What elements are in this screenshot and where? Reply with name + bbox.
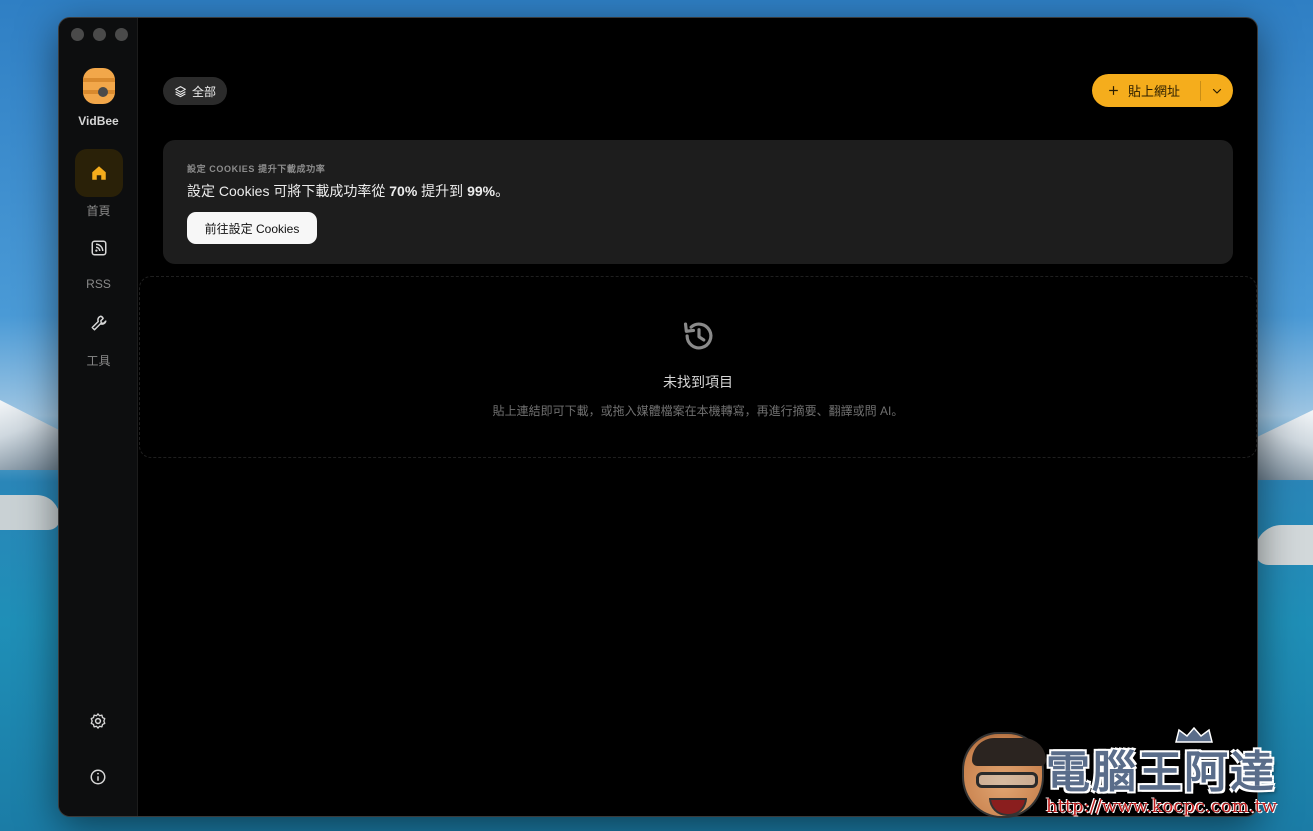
filter-label: 全部 <box>192 84 217 99</box>
app-window: VidBee 首頁 RSS 工具 全部 貼上網址 設定 COOKIES 提升下載… <box>58 17 1258 817</box>
wrench-icon-wrapper <box>75 299 123 347</box>
filter-all-chip[interactable]: 全部 <box>163 77 228 105</box>
sidebar: VidBee 首頁 RSS 工具 <box>59 18 138 816</box>
site-watermark: 電腦王阿達 http://www.kocpc.com.tw <box>958 722 1308 826</box>
zoom-window-button[interactable] <box>115 28 128 41</box>
desktop-rock-right <box>1255 525 1313 565</box>
main-content: 全部 貼上網址 設定 COOKIES 提升下載成功率 設定 Cookies 可將… <box>139 18 1257 816</box>
cookie-from-rate: 70% <box>389 183 418 199</box>
paste-url-split-button: 貼上網址 <box>1092 74 1233 107</box>
cookie-to-rate: 99% <box>467 183 496 199</box>
sidebar-item-label: 工具 <box>86 354 111 368</box>
desktop-rock-left <box>0 495 60 530</box>
desktop-mountain-right <box>1255 410 1313 480</box>
info-icon <box>90 769 106 785</box>
cookie-banner-description: 設定 Cookies 可將下載成功率從 70% 提升到 99%。 <box>187 181 509 201</box>
empty-state-dropzone[interactable]: 未找到項目 貼上連結即可下載，或拖入媒體檔案在本機轉寫，再進行摘要、翻譯或問 A… <box>139 276 1257 458</box>
cookie-banner-kicker: 設定 COOKIES 提升下載成功率 <box>187 164 326 174</box>
paste-options-dropdown[interactable] <box>1201 74 1233 107</box>
minimize-window-button[interactable] <box>93 28 106 41</box>
home-icon-wrapper <box>74 149 123 197</box>
empty-state-title: 未找到項目 <box>663 374 733 390</box>
app-name: VidBee <box>78 114 119 128</box>
cookie-desc-prefix: 設定 Cookies 可將下載成功率從 <box>187 183 390 199</box>
sidebar-item-label: RSS <box>86 277 111 291</box>
layers-icon <box>175 85 186 97</box>
paste-url-button[interactable]: 貼上網址 <box>1092 74 1200 107</box>
wrench-icon <box>91 315 106 331</box>
vidbee-logo-icon <box>83 68 115 104</box>
watermark-title: 電腦王阿達 <box>1046 747 1276 798</box>
close-window-button[interactable] <box>71 28 84 41</box>
paste-url-label: 貼上網址 <box>1128 84 1181 99</box>
plus-icon <box>1109 86 1118 95</box>
settings-button[interactable] <box>86 709 110 733</box>
chevron-down-icon <box>1212 88 1222 94</box>
history-icon <box>683 322 713 350</box>
sidebar-item-rss[interactable]: RSS <box>59 224 138 291</box>
cookie-desc-suffix: 。 <box>495 183 510 199</box>
settings-icon <box>90 713 106 729</box>
go-to-cookies-settings-button[interactable]: 前往設定 Cookies <box>187 212 317 244</box>
cookie-desc-middle: 提升到 <box>417 183 468 199</box>
sidebar-item-home[interactable]: 首頁 <box>59 149 138 219</box>
rss-icon-wrapper <box>75 224 123 272</box>
info-button[interactable] <box>86 765 110 789</box>
cookie-banner: 設定 COOKIES 提升下載成功率 設定 Cookies 可將下載成功率從 7… <box>163 140 1233 264</box>
mascot-face-icon <box>962 732 1046 818</box>
sidebar-item-label: 首頁 <box>86 204 111 218</box>
desktop-mountain-left <box>0 400 62 470</box>
window-controls <box>71 28 128 41</box>
home-icon <box>91 166 106 180</box>
sidebar-item-tools[interactable]: 工具 <box>59 299 138 369</box>
empty-state-subtitle: 貼上連結即可下載，或拖入媒體檔案在本機轉寫，再進行摘要、翻譯或問 AI。 <box>492 404 904 418</box>
rss-icon <box>91 240 106 256</box>
watermark-url: http://www.kocpc.com.tw <box>1046 796 1278 817</box>
